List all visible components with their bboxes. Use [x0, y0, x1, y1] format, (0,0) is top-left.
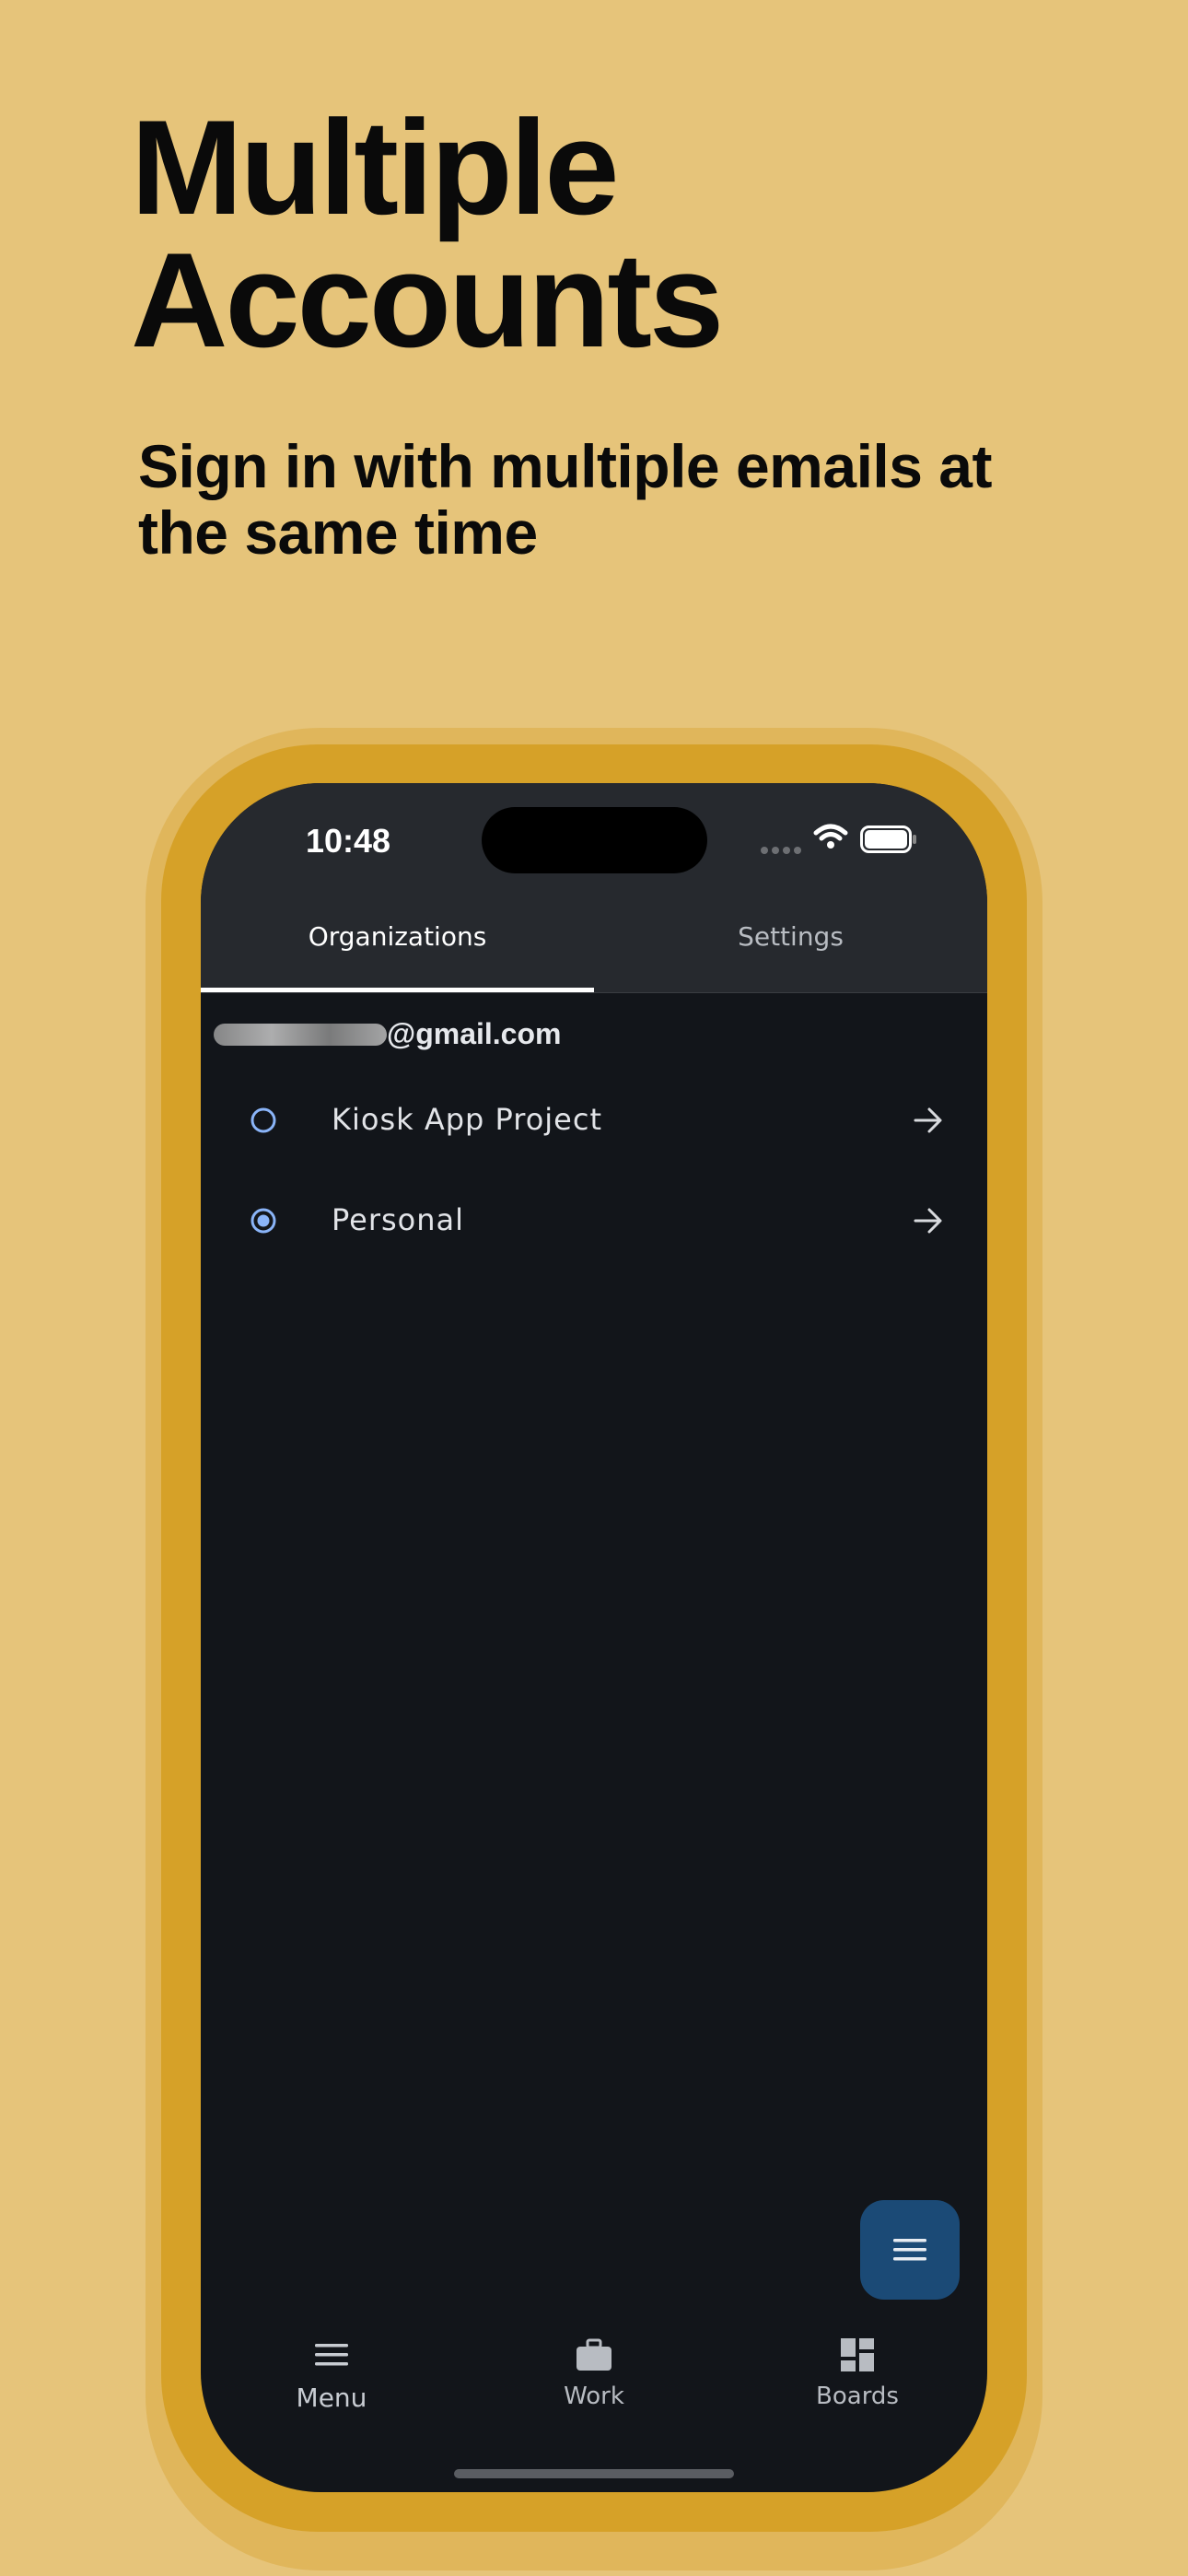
floating-menu-button[interactable]: [860, 2200, 960, 2300]
organization-label: Personal: [332, 1202, 465, 1237]
email-redacted: [214, 1023, 387, 1046]
nav-work[interactable]: Work: [502, 2331, 686, 2410]
cellular-signal-icon: [761, 840, 805, 858]
arrow-right-icon[interactable]: [912, 1204, 945, 1237]
battery-icon: [860, 825, 916, 853]
headline: Multiple Accounts: [131, 92, 724, 375]
tab-settings[interactable]: Settings: [594, 921, 987, 952]
radio-unselected-icon[interactable]: [249, 1106, 278, 1135]
tab-divider: [201, 992, 987, 993]
top-bar: 10:48 Organizations Settings: [201, 783, 987, 993]
email-domain: @gmail.com: [387, 1017, 562, 1050]
wifi-icon: [813, 824, 848, 849]
dashboard-icon: [841, 2338, 874, 2371]
nav-boards[interactable]: Boards: [765, 2331, 949, 2410]
dynamic-island: [482, 807, 707, 873]
nav-label: Menu: [296, 2383, 367, 2413]
organization-item-personal[interactable]: Personal: [201, 1175, 987, 1267]
nav-menu[interactable]: Menu: [239, 2331, 424, 2413]
menu-icon: [315, 2344, 348, 2366]
nav-label: Boards: [816, 2383, 899, 2410]
tab-organizations[interactable]: Organizations: [201, 921, 594, 952]
menu-icon: [893, 2239, 926, 2261]
subheadline: Sign in with multiple emails at the same…: [138, 432, 992, 567]
home-indicator[interactable]: [454, 2469, 734, 2478]
account-header: @gmail.com: [214, 1017, 561, 1054]
status-time: 10:48: [306, 822, 391, 860]
organization-label: Kiosk App Project: [332, 1102, 602, 1137]
radio-selected-icon[interactable]: [249, 1206, 278, 1235]
nav-label: Work: [564, 2383, 624, 2410]
bottom-navigation: Menu Work Boards: [201, 2331, 987, 2441]
organization-item-kiosk[interactable]: Kiosk App Project: [201, 1074, 987, 1166]
phone-screen: 10:48 Organizations Settings @gmail.com …: [201, 783, 987, 2492]
arrow-right-icon[interactable]: [912, 1104, 945, 1137]
briefcase-icon: [577, 2338, 611, 2371]
